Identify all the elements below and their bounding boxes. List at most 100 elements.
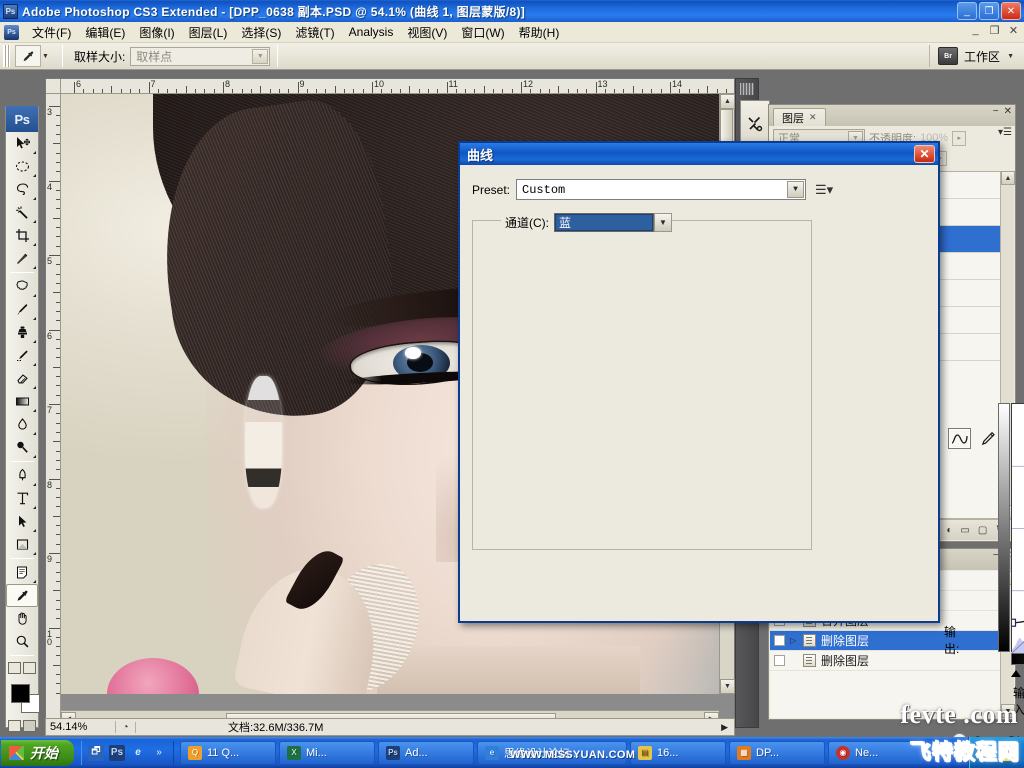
swap-colors-icon[interactable] [23,662,36,674]
close-icon[interactable]: ✕ [809,112,817,123]
hand-tool[interactable] [6,607,38,630]
ime-icon[interactable]: 中 [1001,745,1016,761]
tab-layers[interactable]: 图层 ✕ [773,108,826,126]
menu-analysis[interactable]: Analysis [342,23,401,41]
layers-panel-menu-icon[interactable]: ▾☰ [998,127,1012,138]
tool-flyout-icon[interactable] [33,480,36,486]
menu-select[interactable]: 选择(S) [234,22,288,43]
tool-flyout-icon[interactable] [33,383,36,389]
chevron-down-icon[interactable]: ▼ [42,53,49,60]
menu-window[interactable]: 窗口(W) [454,22,511,43]
curve-point-mode-icon[interactable] [948,428,971,449]
pen-tool[interactable] [6,464,38,487]
dodge-tool[interactable] [6,436,38,459]
tool-flyout-icon[interactable] [33,503,36,509]
tool-flyout-icon[interactable] [33,148,36,154]
eraser-tool[interactable] [6,367,38,390]
task-button[interactable]: ▦ DP... [729,741,825,765]
zoom-level[interactable]: 54.14% [46,721,116,733]
maximize-button[interactable]: ❐ [979,2,999,20]
close-button[interactable]: ✕ [1001,2,1021,20]
options-bar-grip[interactable] [3,45,10,67]
photoshop-icon[interactable]: Ps [109,745,125,761]
task-button[interactable]: Ps Ad... [378,741,474,765]
preset-menu-icon[interactable]: ☰▾ [815,182,833,198]
type-tool[interactable] [6,487,38,510]
tool-flyout-icon[interactable] [33,577,36,583]
channel-select[interactable]: 蓝 ▼ [554,213,654,232]
tool-flyout-icon[interactable] [33,171,36,177]
scroll-up-button[interactable]: ▲ [720,94,735,109]
shape-tool[interactable] [6,533,38,556]
quick-mask-icon[interactable] [23,720,36,732]
black-point-slider[interactable] [1011,670,1021,677]
menu-image[interactable]: 图像(I) [132,22,181,43]
more-icon[interactable]: » [151,745,167,761]
doc-close-button[interactable]: ✕ [1007,24,1020,37]
eyedropper-tool[interactable] [6,584,38,607]
tool-flyout-icon[interactable] [33,217,36,223]
scroll-down-button[interactable]: ▼ [720,679,735,694]
status-menu-arrow-icon[interactable]: ▶ [715,722,734,733]
task-button[interactable]: ◉ Ne... [828,741,924,765]
task-button[interactable]: ▤ 16... [630,741,726,765]
chevron-down-icon[interactable]: ▼ [654,213,672,232]
blur-tool[interactable] [6,413,38,436]
tool-flyout-icon[interactable] [33,452,36,458]
tool-flyout-icon[interactable] [33,526,36,532]
chevron-down-icon[interactable]: ▼ [252,49,268,64]
standard-mask-icon[interactable] [8,720,21,732]
new-layer-icon[interactable]: ▢ [978,525,987,536]
path-selection-tool[interactable] [6,510,38,533]
lasso-tool[interactable] [6,178,38,201]
ruler-corner[interactable] [46,79,61,94]
menu-edit[interactable]: 编辑(E) [78,22,132,43]
task-button[interactable]: X Mi... [279,741,375,765]
zoom-tool[interactable] [6,630,38,653]
magic-wand-tool[interactable] [6,201,38,224]
show-desktop-icon[interactable]: 🗗 [88,745,104,761]
healing-brush-tool[interactable] [6,275,38,298]
brush-tool[interactable] [6,298,38,321]
vertical-ruler[interactable]: 34567891 0 [46,94,61,727]
marquee-tool[interactable] [6,155,38,178]
tool-flyout-icon[interactable] [33,240,36,246]
tool-flyout-icon[interactable] [33,360,36,366]
menu-layer[interactable]: 图层(L) [182,22,235,43]
preset-select[interactable]: Custom ▼ [516,179,806,200]
opacity-stepper[interactable]: ▸ [952,131,966,146]
horizontal-ruler[interactable]: 67891011121314 [61,79,734,94]
tool-flyout-icon[interactable] [33,549,36,555]
tool-flyout-icon[interactable] [33,194,36,200]
slice-tool[interactable] [6,247,38,270]
move-tool[interactable] [6,132,38,155]
foreground-color-swatch[interactable] [11,684,30,703]
dock-grip-icon[interactable] [740,83,754,95]
menu-view[interactable]: 视图(V) [400,22,454,43]
keyboard-icon[interactable]: ⌨ [979,746,995,759]
clone-stamp-tool[interactable] [6,321,38,344]
chevron-down-icon[interactable]: ▼ [787,181,804,198]
menu-help[interactable]: 帮助(H) [512,22,567,43]
history-row[interactable]: 删除图层 [770,651,1014,671]
gradient-tool[interactable] [6,390,38,413]
tool-flyout-icon[interactable] [33,291,36,297]
history-row-selected[interactable]: ▷ 删除图层 [770,631,1014,651]
curve-line[interactable] [1012,421,1024,623]
close-icon[interactable]: ✕ [914,145,935,163]
scroll-up-button[interactable]: ▲ [1001,171,1015,185]
adjustment-layer-icon[interactable]: ◐ [946,525,952,536]
tool-flyout-icon[interactable] [33,337,36,343]
default-colors-icon[interactable] [8,662,21,674]
eyedropper-icon[interactable] [15,45,41,67]
tool-flyout-icon[interactable] [33,314,36,320]
tool-flyout-icon[interactable] [33,429,36,435]
tool-flyout-icon[interactable] [33,406,36,412]
history-brush-tool[interactable] [6,344,38,367]
menu-file[interactable]: 文件(F) [25,22,78,43]
internet-explorer-icon[interactable]: e [130,745,146,761]
close-icon[interactable]: ✕ [1004,106,1012,117]
menu-filter[interactable]: 滤镜(T) [288,22,341,43]
notes-tool[interactable] [6,561,38,584]
history-snapshot-box[interactable] [774,635,785,646]
